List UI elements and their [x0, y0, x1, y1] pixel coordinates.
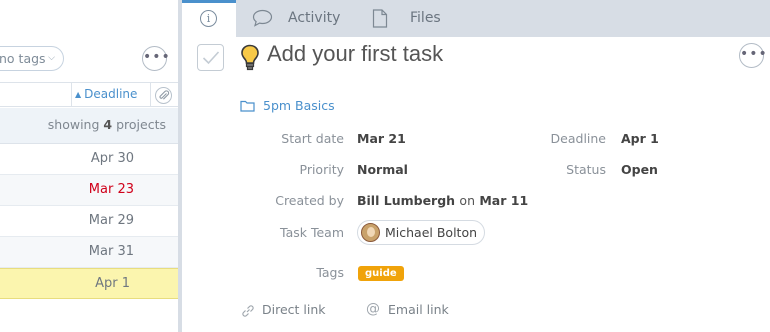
created-by-label: Created by: [275, 193, 344, 208]
created-on-word: on: [459, 193, 475, 208]
task-more-options-button[interactable]: •••: [739, 43, 767, 68]
tags-label: Tags: [316, 265, 344, 280]
file-icon: [372, 9, 388, 28]
showing-count-bar: showing 4 projects: [0, 108, 180, 144]
task-team-label: Task Team: [280, 225, 344, 240]
project-row[interactable]: Mar 29: [0, 206, 180, 237]
chevron-down-icon: ⌵: [48, 53, 55, 63]
tab-activity[interactable]: Activity: [252, 0, 352, 37]
row-deadline: Mar 29: [88, 213, 134, 228]
tab-bar: i Activity Files: [182, 0, 770, 37]
tab-files[interactable]: Files: [372, 0, 452, 37]
info-icon: i: [200, 10, 217, 27]
team-member-name: Michael Bolton: [385, 225, 478, 240]
task-title[interactable]: Add your first task: [267, 41, 443, 67]
team-member-chip[interactable]: Michael Bolton: [357, 220, 485, 245]
more-options-button[interactable]: •••: [142, 46, 170, 71]
showing-prefix: showing: [47, 117, 100, 132]
deadline-label: Deadline: [550, 131, 606, 146]
row-deadline: Apr 1: [95, 276, 130, 291]
status-value[interactable]: Open: [621, 162, 658, 177]
column-header: ▲ Deadline: [0, 82, 180, 107]
deadline-column-header[interactable]: ▲ Deadline: [75, 87, 137, 101]
deadline-value[interactable]: Apr 1: [621, 131, 659, 146]
tab-activity-label: Activity: [288, 10, 341, 26]
project-row[interactable]: Apr 30: [0, 144, 180, 175]
row-deadline: Mar 31: [88, 244, 134, 259]
avatar: [361, 223, 380, 242]
created-by-value: Bill Lumbergh on Mar 11: [357, 193, 528, 208]
created-on-date: Mar 11: [479, 193, 529, 208]
start-date-label: Start date: [281, 131, 344, 146]
status-label: Status: [566, 162, 606, 177]
left-header-blank: [0, 0, 180, 37]
start-date-value[interactable]: Mar 21: [357, 131, 406, 146]
speech-bubble-icon: [252, 9, 273, 27]
link-icon: [242, 305, 254, 317]
project-row-selected[interactable]: Apr 1: [0, 268, 180, 299]
project-name: 5pm Basics: [263, 98, 335, 113]
deadline-header-label: Deadline: [84, 87, 138, 101]
lightbulb-icon: [241, 44, 259, 71]
tab-info[interactable]: i: [182, 0, 236, 37]
row-deadline: Mar 23: [88, 182, 134, 197]
column-divider: [71, 83, 72, 107]
project-list-pane: no tags ⌵ ••• ▲ Deadline showing 4 projec…: [0, 0, 180, 332]
email-link-label: Email link: [388, 302, 449, 317]
showing-count: 4: [103, 117, 113, 132]
showing-suffix: projects: [116, 117, 166, 132]
paperclip-icon[interactable]: [155, 87, 172, 104]
sort-ascending-icon: ▲: [75, 90, 82, 99]
task-detail-pane: i Activity Files Add your first task •••…: [182, 0, 770, 332]
direct-link-label: Direct link: [262, 302, 326, 317]
priority-value[interactable]: Normal: [357, 162, 408, 177]
at-sign-icon: @: [366, 301, 380, 317]
task-complete-checkbox[interactable]: [197, 44, 224, 71]
creator-name: Bill Lumbergh: [357, 193, 456, 208]
folder-icon: [240, 100, 255, 112]
project-row[interactable]: Mar 31: [0, 237, 180, 268]
column-divider: [150, 83, 151, 107]
tab-files-label: Files: [410, 10, 441, 26]
project-row[interactable]: Mar 23: [0, 175, 180, 206]
tag-chip[interactable]: guide: [358, 266, 404, 281]
tags-filter-label: no tags: [0, 51, 46, 66]
checkmark-icon: [202, 51, 220, 65]
priority-label: Priority: [299, 162, 345, 177]
row-deadline: Apr 30: [90, 151, 134, 166]
tags-filter-dropdown[interactable]: no tags ⌵: [0, 46, 64, 71]
